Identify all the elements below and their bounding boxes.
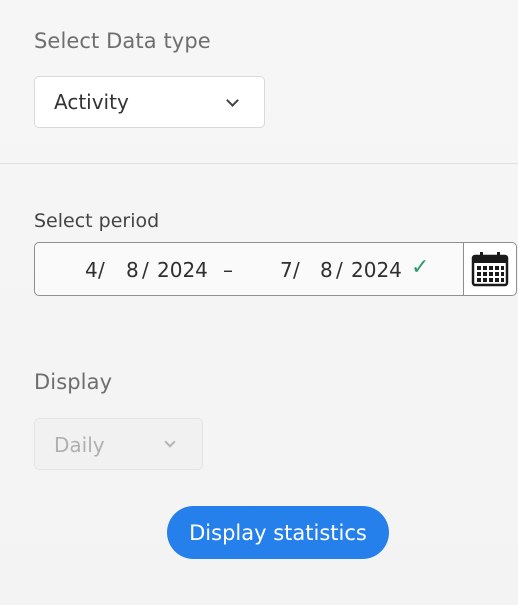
date-separator: /: [142, 258, 149, 282]
chevron-down-icon: [164, 436, 176, 448]
range-dash: –: [223, 258, 233, 282]
end-year[interactable]: 2024: [351, 258, 402, 282]
valid-check-icon: ✓: [411, 255, 430, 280]
chevron-down-icon: [226, 94, 239, 107]
start-month[interactable]: 4: [85, 258, 98, 282]
display-value: Daily: [54, 433, 105, 457]
display-dropdown[interactable]: Daily: [34, 418, 203, 470]
calendar-button[interactable]: [462, 241, 517, 296]
date-separator: /: [336, 258, 343, 282]
end-day[interactable]: 8: [320, 258, 333, 282]
date-separator: /: [98, 258, 105, 282]
date-separator: /: [293, 258, 300, 282]
data-type-value: Activity: [54, 90, 129, 114]
data-type-dropdown[interactable]: Activity: [34, 76, 265, 128]
start-year[interactable]: 2024: [157, 258, 208, 282]
period-label: Select period: [34, 210, 160, 232]
calendar-icon: [471, 251, 508, 286]
date-range-field[interactable]: 4 / 8 / 2024 – 7 / 8 / 2024 ✓: [34, 241, 517, 296]
start-day[interactable]: 8: [126, 258, 139, 282]
end-month[interactable]: 7: [280, 258, 293, 282]
data-type-label: Select Data type: [34, 29, 211, 53]
section-divider: [0, 163, 518, 164]
display-label: Display: [34, 370, 113, 394]
statistics-panel: Select Data type Activity Select period …: [0, 0, 518, 605]
display-statistics-button[interactable]: Display statistics: [167, 506, 389, 559]
